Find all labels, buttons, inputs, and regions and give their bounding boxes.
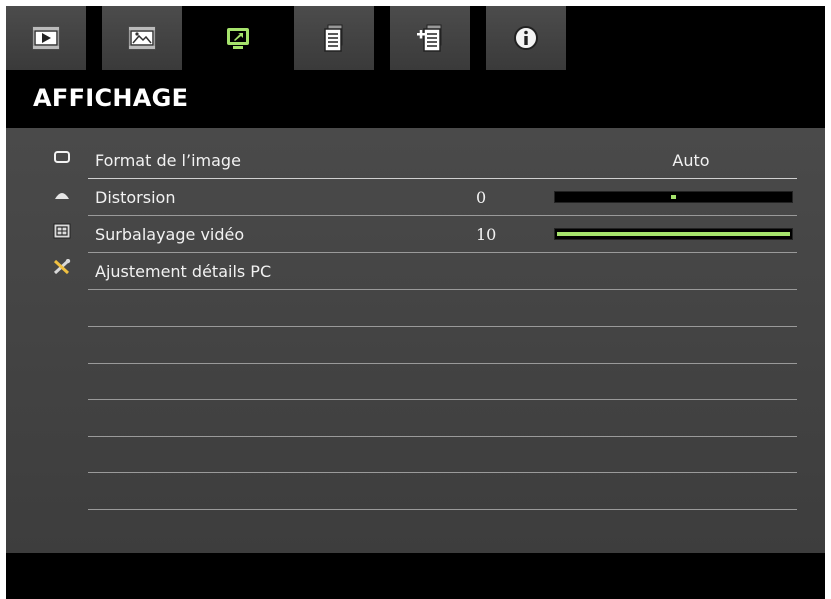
format-value[interactable]: Auto [636,151,746,170]
menu-row-overscan[interactable]: Surbalayage vidéo 10 [88,216,797,253]
rectangle-icon [54,151,70,163]
info-icon [514,26,538,50]
menu-panel: Format de l’image Auto Distorsion 0 Surb… [6,128,825,553]
display-icon [227,28,249,49]
tools-icon [53,259,71,275]
empty-row [88,473,797,510]
document-icon [324,24,343,52]
tab-picture[interactable] [102,6,182,70]
tab-bar [6,6,825,70]
menu-row-pc-adjust[interactable]: Ajustement détails PC [88,253,797,290]
pc-adjust-label: Ajustement détails PC [95,262,272,281]
empty-row [88,436,797,473]
footer-bar [6,553,825,599]
tab-display[interactable] [198,6,278,70]
tab-image[interactable] [6,6,86,70]
keystone-icon [55,193,69,199]
menu-row-format[interactable]: Format de l’image Auto [88,142,797,179]
empty-row [88,290,797,327]
picture-icon [128,26,156,50]
distortion-number: 0 [476,188,487,207]
overscan-slider-fill [557,232,790,236]
overscan-slider[interactable] [554,228,793,240]
distortion-slider[interactable] [554,191,793,203]
empty-row [88,400,797,437]
tab-bar-filler [582,6,825,70]
overscan-icon [53,223,71,239]
play-icon [32,26,60,50]
tab-info[interactable] [486,6,566,70]
row-separator [88,509,797,510]
overscan-label: Surbalayage vidéo [95,225,245,244]
empty-row [88,363,797,400]
osd-menu: AFFICHAGE Format de l’image Auto Distors… [6,6,825,599]
tab-options[interactable] [390,6,470,70]
document-add-icon [417,24,442,52]
tab-setup[interactable] [294,6,374,70]
page-title: AFFICHAGE [33,84,189,112]
distortion-label: Distorsion [95,188,176,207]
overscan-number: 10 [476,225,497,244]
menu-row-distortion[interactable]: Distorsion 0 [88,179,797,216]
title-bar: AFFICHAGE [6,70,825,128]
distortion-slider-marker[interactable] [671,195,676,199]
empty-row [88,327,797,364]
format-label: Format de l’image [95,151,241,170]
